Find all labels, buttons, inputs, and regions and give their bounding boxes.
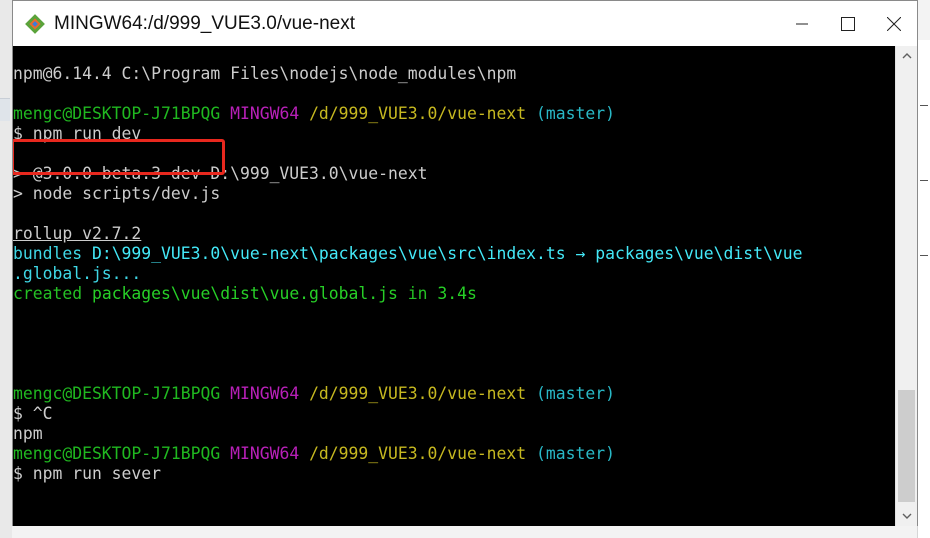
terminal-line: $ npm run sever [13, 464, 161, 484]
chevron-up-icon [902, 53, 911, 59]
minimize-icon [796, 23, 808, 24]
terminal-line: mengc@DESKTOP-J71BPQG MINGW64 /d/999_VUE… [13, 104, 615, 124]
terminal-text-segment: $ npm run sever [13, 464, 162, 483]
window-title: MINGW64:/d/999_VUE3.0/vue-next [54, 12, 355, 34]
close-button[interactable] [871, 1, 917, 46]
terminal-text-segment: $ ^C [13, 404, 53, 423]
background-tab [0, 98, 10, 121]
window-controls [779, 1, 917, 46]
terminal-text-segment: mengc@DESKTOP-J71BPQG [13, 444, 231, 463]
background-window-left [0, 0, 12, 538]
maximize-icon [841, 16, 855, 31]
terminal-output[interactable]: npm@6.14.4 C:\Program Files\nodejs\node_… [13, 46, 895, 526]
terminal-line: bundles D:\999_VUE3.0\vue-next\packages\… [13, 244, 802, 264]
scroll-up-button[interactable] [896, 46, 917, 66]
terminal-text-segment: bundles [13, 244, 92, 263]
highlight-box-annotation [13, 139, 225, 175]
terminal-text-segment: 3.4s [437, 284, 477, 303]
terminal-line: created packages\vue\dist\vue.global.js … [13, 284, 477, 304]
terminal-text-segment: /d/999_VUE3.0/vue-next [309, 104, 537, 123]
terminal-line: npm@6.14.4 C:\Program Files\nodejs\node_… [13, 64, 516, 84]
minimize-button[interactable] [779, 1, 825, 46]
terminal-text-segment: MINGW64 [230, 444, 310, 463]
terminal-line: mengc@DESKTOP-J71BPQG MINGW64 /d/999_VUE… [13, 444, 615, 464]
terminal-text-segment: D:\999_VUE3.0\vue-next\packages\vue\src\… [91, 244, 803, 263]
terminal-text-segment: (master) [536, 384, 615, 403]
terminal-text-segment: packages\vue\dist\vue.global.js [91, 284, 398, 303]
terminal-text-segment: > node scripts/dev.js [13, 184, 221, 203]
terminal-text-segment: in [397, 284, 438, 303]
terminal-line: rollup v2.7.2 [13, 224, 141, 244]
terminal-text-segment: (master) [536, 104, 615, 123]
terminal-line: $ ^C [13, 404, 52, 424]
maximize-button[interactable] [825, 1, 871, 46]
terminal-text-segment: (master) [536, 444, 615, 463]
terminal-line: mengc@DESKTOP-J71BPQG MINGW64 /d/999_VUE… [13, 384, 615, 404]
terminal-text-segment: mengc@DESKTOP-J71BPQG [13, 104, 231, 123]
terminal-line: npm [13, 424, 43, 444]
terminal-text-segment: /d/999_VUE3.0/vue-next [309, 384, 537, 403]
terminal-line: .global.js... [13, 264, 141, 284]
terminal-text-segment: npm [13, 424, 43, 443]
terminal-text-segment: MINGW64 [230, 384, 310, 403]
terminal-text-segment: created [13, 284, 92, 303]
title-bar[interactable]: MINGW64:/d/999_VUE3.0/vue-next [13, 1, 917, 46]
terminal-line: > node scripts/dev.js [13, 184, 220, 204]
background-window-right [917, 40, 930, 538]
divider [920, 105, 928, 106]
scroll-thumb[interactable] [898, 390, 915, 502]
terminal-text-segment: npm@6.14.4 C:\Program Files\nodejs\node_… [13, 64, 517, 83]
terminal-text-segment: MINGW64 [230, 104, 310, 123]
divider [920, 180, 928, 181]
divider [920, 255, 928, 256]
terminal-window: MINGW64:/d/999_VUE3.0/vue-next npm@6.14.… [12, 0, 918, 526]
terminal-text-segment: mengc@DESKTOP-J71BPQG [13, 384, 231, 403]
terminal-text-segment: rollup v2.7.2 [13, 224, 142, 243]
chevron-down-icon [902, 513, 911, 519]
scroll-down-button[interactable] [896, 506, 917, 526]
terminal-text-segment: .global.js... [13, 264, 142, 283]
close-icon [887, 16, 901, 31]
vertical-scrollbar[interactable] [895, 46, 917, 526]
terminal-text-segment: /d/999_VUE3.0/vue-next [309, 444, 537, 463]
git-bash-diamond-icon [25, 13, 45, 34]
